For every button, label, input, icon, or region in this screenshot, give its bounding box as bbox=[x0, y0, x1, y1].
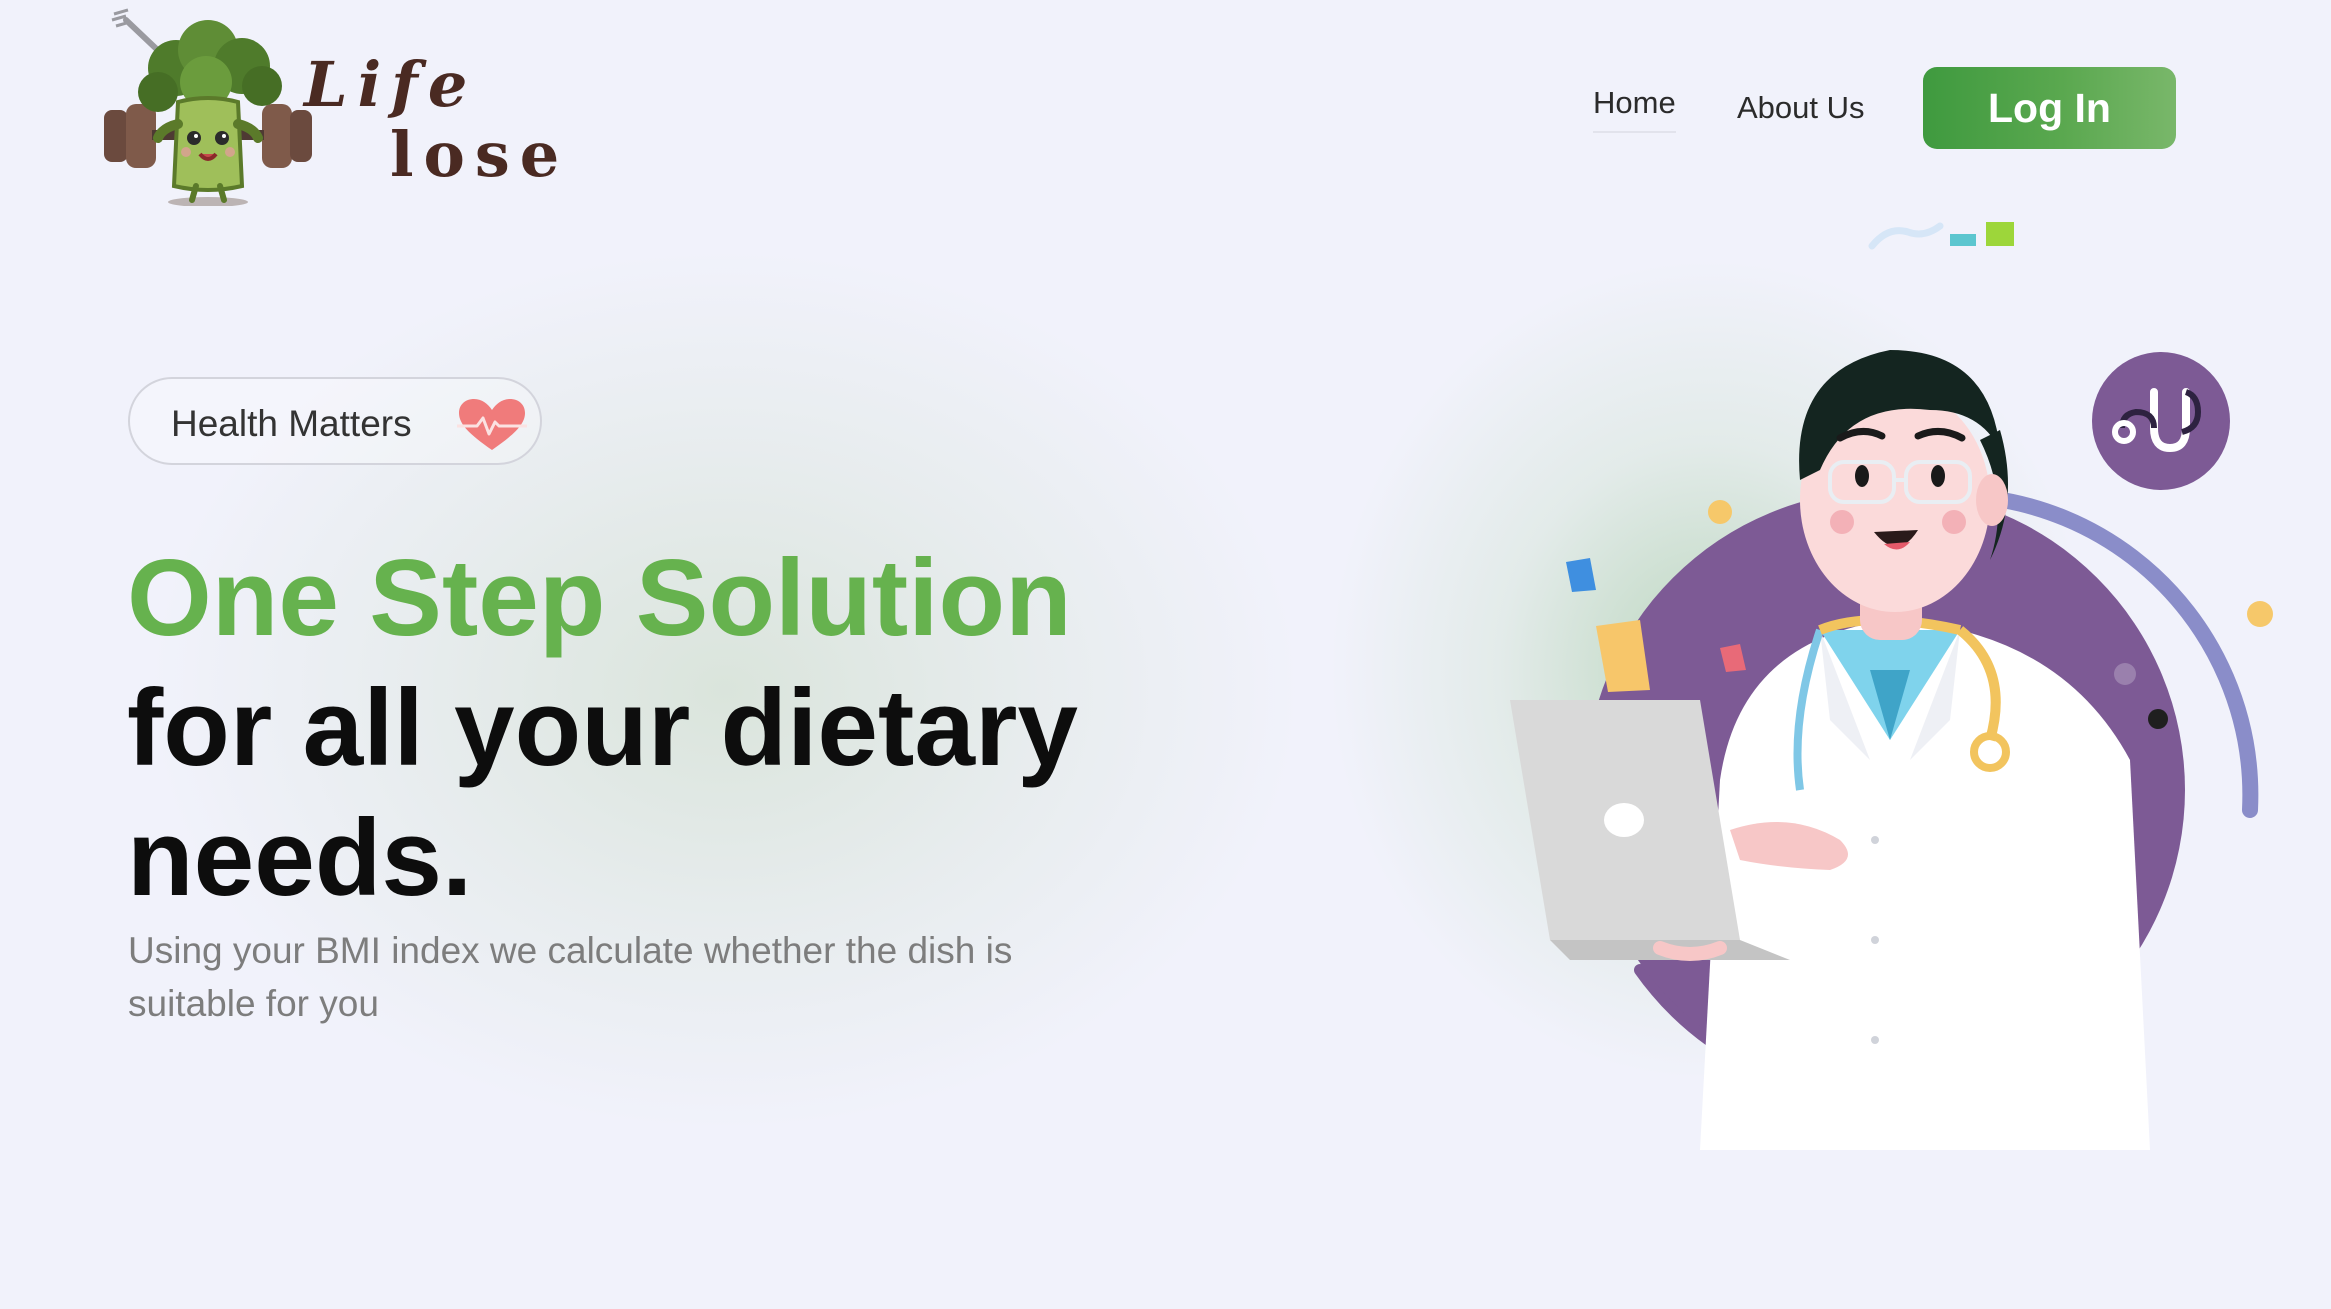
stethoscope-badge bbox=[2092, 352, 2230, 490]
hero-description: Using your BMI index we calculate whethe… bbox=[128, 930, 1013, 1024]
nav-home-link[interactable]: Home bbox=[1593, 85, 1676, 133]
login-button[interactable]: Log In bbox=[1923, 67, 2176, 149]
headline-accent: One Step Solution bbox=[127, 537, 1072, 659]
stethoscope-icon bbox=[2112, 388, 2202, 453]
brand-word-lose: lose bbox=[390, 118, 570, 191]
hero-headline: One Step Solution for all your dietary n… bbox=[127, 533, 1127, 923]
brand-word-life: Life bbox=[304, 48, 478, 121]
brand-logo[interactable]: Life lose bbox=[104, 6, 559, 206]
doctor-illustration bbox=[1510, 350, 2273, 1150]
heart-pulse-icon bbox=[457, 399, 527, 450]
health-matters-badge: Health Matters bbox=[128, 377, 542, 465]
broccoli-mascot-icon bbox=[104, 8, 312, 206]
headline-rest: for all your dietary needs. bbox=[127, 667, 1078, 919]
nav-about-link[interactable]: About Us bbox=[1737, 90, 1865, 126]
badge-label: Health Matters bbox=[171, 403, 412, 444]
